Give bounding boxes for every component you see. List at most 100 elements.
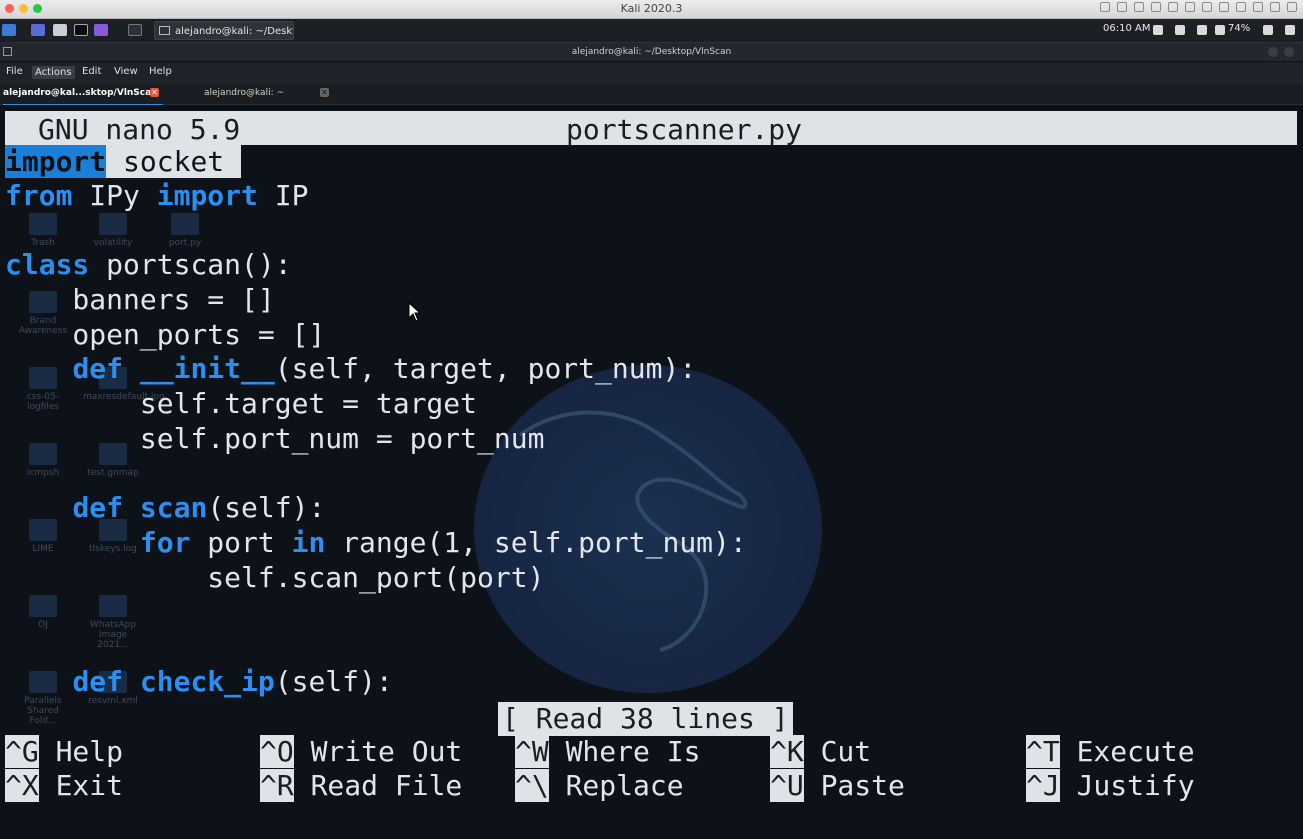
camera-icon[interactable] bbox=[1236, 2, 1246, 12]
nano-header: GNU nano 5.9 portscanner.py bbox=[5, 111, 1297, 146]
terminal-title-bar: alejandro@kali: ~/Desktop/VlnScan bbox=[0, 43, 1303, 61]
printer-icon[interactable] bbox=[1219, 2, 1229, 12]
cpu-icon[interactable] bbox=[1117, 2, 1127, 12]
shortcut-key: ^W bbox=[515, 735, 549, 768]
shortcut-key: ^J bbox=[1026, 769, 1060, 802]
volume-icon[interactable] bbox=[1175, 25, 1185, 35]
code-text: socket bbox=[106, 145, 242, 178]
minimize-button[interactable] bbox=[1268, 47, 1278, 57]
disc-icon[interactable] bbox=[1151, 2, 1161, 12]
back-icon[interactable] bbox=[1270, 2, 1280, 12]
nano-version: GNU nano 5.9 bbox=[38, 113, 241, 146]
code-line[interactable]: open_ports = [] bbox=[5, 318, 325, 352]
terminal-tabs: alejandro@kal...sktop/VlnScan ✕ alejandr… bbox=[0, 84, 1303, 106]
shortcut-key: ^\ bbox=[515, 769, 549, 802]
shortcut-key: ^G bbox=[5, 735, 39, 768]
menu-actions[interactable]: Actions bbox=[32, 66, 75, 79]
code-keyword: import bbox=[156, 179, 258, 212]
shortcut-read-file[interactable]: ^R Read File bbox=[260, 769, 462, 803]
shortcut-key: ^O bbox=[260, 735, 294, 768]
nano-filename: portscanner.py bbox=[566, 113, 803, 146]
battery-icon[interactable] bbox=[1215, 25, 1225, 35]
menu-edit[interactable]: Edit bbox=[82, 66, 101, 77]
shortcut-label: Read File bbox=[293, 769, 463, 802]
mouse-pointer-icon bbox=[408, 302, 422, 322]
code-text: (self): bbox=[207, 491, 326, 524]
close-tab-icon[interactable]: ✕ bbox=[150, 88, 159, 97]
firefox-icon[interactable] bbox=[94, 24, 108, 36]
tab-vlnscan[interactable]: alejandro@kal...sktop/VlnScan ✕ bbox=[3, 84, 163, 106]
maximize-button[interactable] bbox=[1284, 47, 1294, 57]
shortcut-label: Execute bbox=[1059, 735, 1195, 768]
terminal-launcher-icon[interactable] bbox=[74, 24, 88, 36]
power-icon[interactable] bbox=[1285, 25, 1295, 35]
code-line[interactable]: for port in range(1, self.port_num): bbox=[5, 526, 747, 560]
close-tab-icon[interactable]: ✕ bbox=[320, 88, 329, 97]
mac-title-bar: Kali 2020.3 bbox=[0, 0, 1303, 19]
code-line[interactable]: self.scan_port(port) bbox=[5, 561, 544, 595]
menu-view[interactable]: View bbox=[114, 66, 138, 77]
shortcut-label: Write Out bbox=[293, 735, 463, 768]
shortcut-paste[interactable]: ^U Paste bbox=[770, 769, 905, 803]
folder-icon[interactable] bbox=[1253, 2, 1263, 12]
shortcut-replace[interactable]: ^\ Replace bbox=[515, 769, 684, 803]
shortcut-key: ^U bbox=[770, 769, 804, 802]
nano-status-message: [ Read 38 lines ] bbox=[498, 702, 793, 736]
tab-vlnscan-label: alejandro@kal...sktop/VlnScan bbox=[3, 88, 158, 98]
shortcut-where-is[interactable]: ^W Where Is bbox=[515, 735, 700, 769]
keyboard-icon[interactable] bbox=[1100, 2, 1110, 12]
terminal-body[interactable]: Trash volatility port.py Brand Awareness… bbox=[0, 105, 1303, 839]
menu-help[interactable]: Help bbox=[149, 66, 172, 77]
microphone-icon[interactable] bbox=[1202, 2, 1212, 12]
code-function-name: scan bbox=[139, 491, 208, 524]
tab-home[interactable]: alejandro@kali: ~ ✕ bbox=[204, 84, 334, 104]
workspace-icon[interactable] bbox=[31, 24, 45, 36]
screen-icon[interactable] bbox=[1153, 25, 1163, 35]
shortcut-help[interactable]: ^G Help bbox=[5, 735, 123, 769]
code-text: IP bbox=[257, 179, 309, 212]
menu-file[interactable]: File bbox=[6, 66, 23, 77]
code-text: port bbox=[190, 526, 292, 559]
shortcut-label: Justify bbox=[1059, 769, 1195, 802]
notification-icon[interactable] bbox=[1197, 25, 1207, 35]
usb-icon[interactable] bbox=[1134, 2, 1144, 12]
shortcut-label: Exit bbox=[38, 769, 124, 802]
code-line[interactable]: def __init__(self, target, port_num): bbox=[5, 352, 696, 386]
lock-icon[interactable] bbox=[1263, 25, 1273, 35]
shortcut-write-out[interactable]: ^O Write Out bbox=[260, 735, 462, 769]
show-desktop-icon[interactable] bbox=[128, 24, 142, 36]
code-line[interactable]: from IPy import IP bbox=[5, 179, 308, 213]
code-line[interactable]: import socket bbox=[5, 145, 242, 179]
kali-menu-icon[interactable] bbox=[2, 24, 16, 36]
network-icon[interactable] bbox=[1168, 2, 1178, 12]
code-line[interactable]: banners = [] bbox=[5, 283, 274, 317]
shortcut-exit[interactable]: ^X Exit bbox=[5, 769, 123, 803]
code-line[interactable]: self.port_num = port_num bbox=[5, 422, 545, 456]
shortcut-key: ^K bbox=[770, 735, 804, 768]
code-line[interactable]: def check_ip(self): bbox=[5, 665, 392, 699]
taskbar-terminal-label: alejandro@kali: ~/Deskt... bbox=[175, 26, 294, 37]
shortcut-cut[interactable]: ^K Cut bbox=[770, 735, 871, 769]
taskbar-terminal-button[interactable]: alejandro@kali: ~/Deskt... bbox=[154, 21, 294, 40]
code-line[interactable]: class portscan(): bbox=[5, 248, 292, 282]
sound-icon[interactable] bbox=[1185, 2, 1195, 12]
code-keyword: from bbox=[5, 179, 73, 212]
shortcut-execute[interactable]: ^T Execute bbox=[1026, 735, 1195, 769]
tab-home-label: alejandro@kali: ~ bbox=[204, 88, 284, 98]
code-keyword: import bbox=[5, 145, 107, 178]
code-line[interactable]: self.target = target bbox=[5, 387, 477, 421]
settings-icon[interactable] bbox=[1287, 2, 1297, 12]
shortcut-label: Paste bbox=[803, 769, 905, 802]
shortcut-justify[interactable]: ^J Justify bbox=[1026, 769, 1195, 803]
code-line[interactable]: def scan(self): bbox=[5, 491, 325, 525]
files-icon[interactable] bbox=[53, 24, 67, 36]
code-text: range(1, self.port_num): bbox=[325, 526, 747, 559]
nano-editor[interactable]: GNU nano 5.9 portscanner.py import socke… bbox=[0, 105, 1303, 839]
clock[interactable]: 06:10 AM bbox=[1103, 23, 1150, 34]
